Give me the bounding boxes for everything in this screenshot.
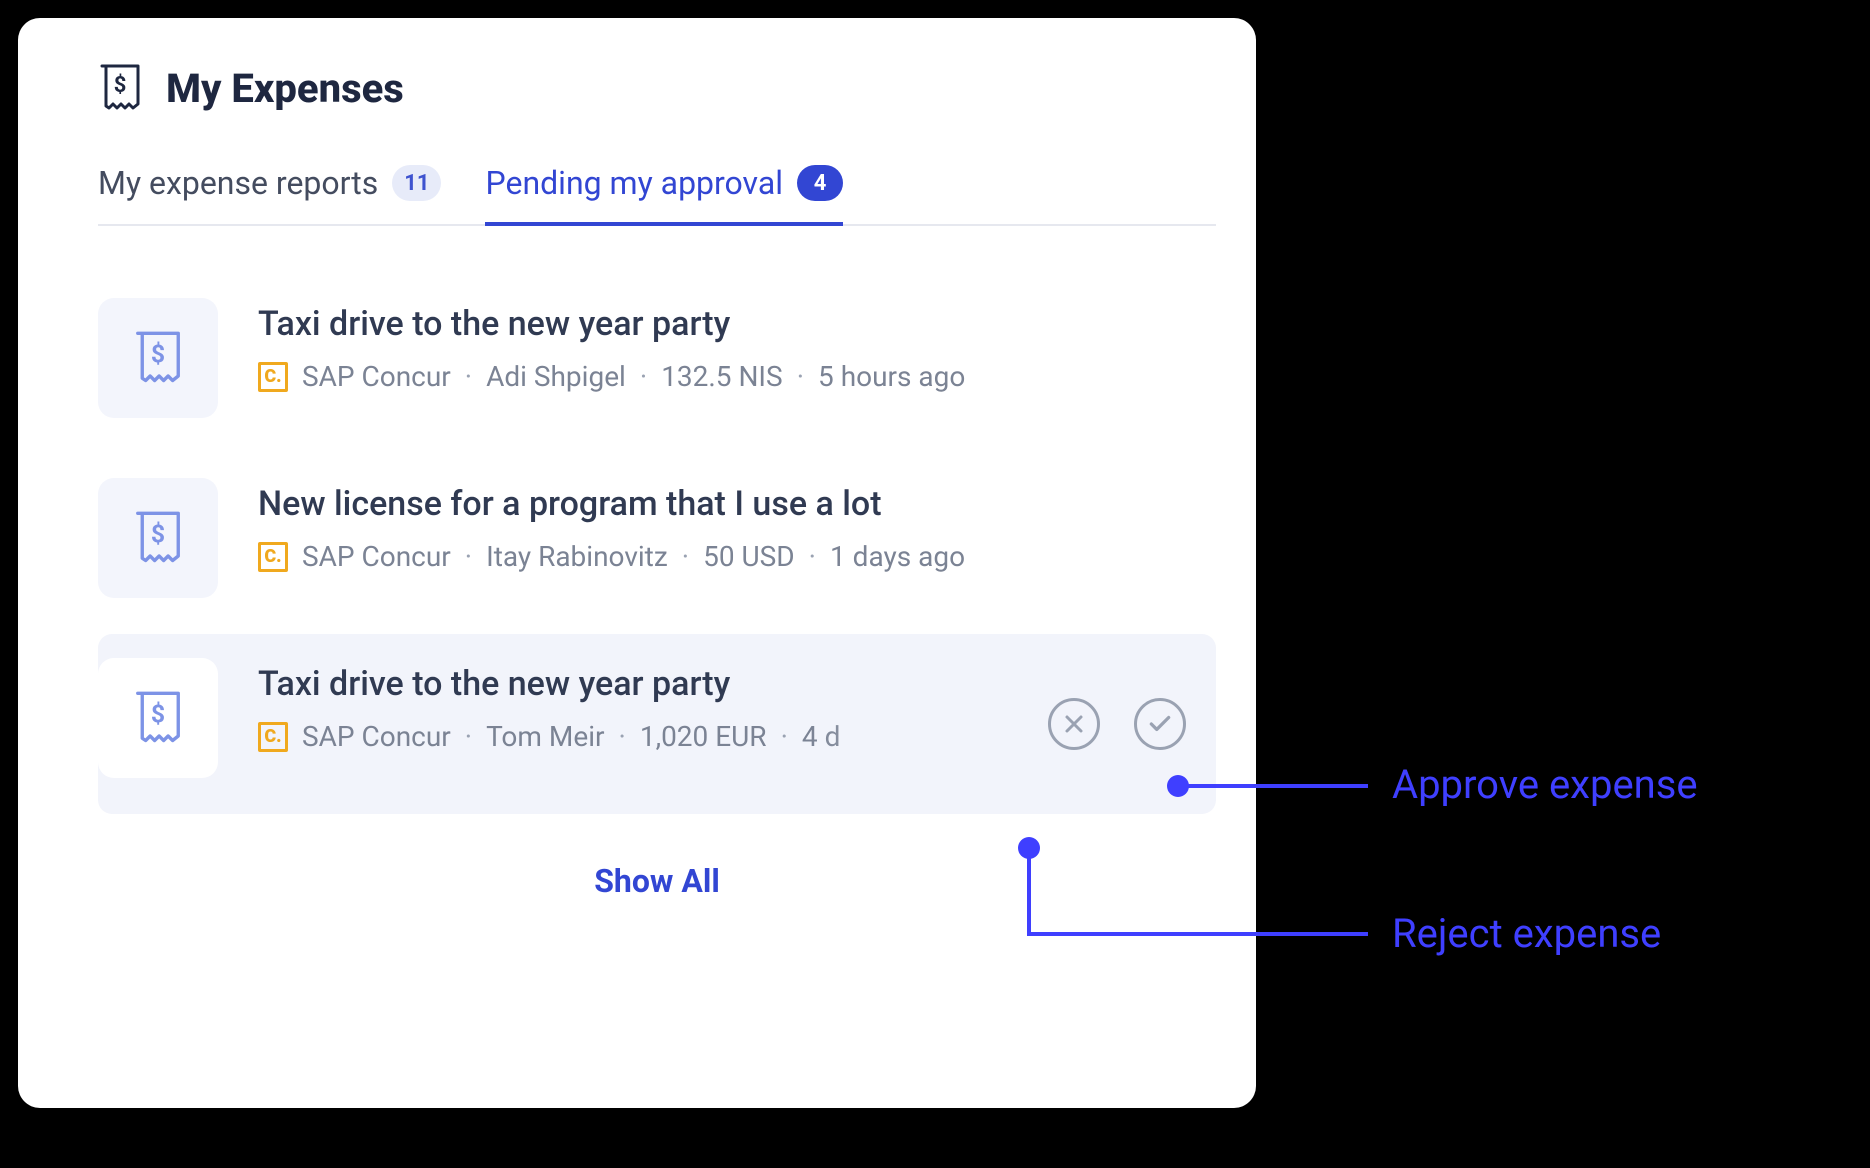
receipt-icon: $ — [133, 331, 183, 385]
expense-source: SAP Concur — [302, 720, 451, 753]
expense-list: $ Taxi drive to the new year party C. SA… — [98, 274, 1216, 814]
tab-pending-approval-label: Pending my approval — [485, 164, 783, 202]
approve-button[interactable] — [1134, 698, 1186, 750]
expense-source: SAP Concur — [302, 540, 451, 573]
separator-dot: · — [619, 720, 626, 753]
expense-meta: C. SAP Concur · Tom Meir · 1,020 EUR · 4… — [258, 720, 1176, 753]
svg-text:$: $ — [151, 701, 165, 730]
receipt-icon: $ — [98, 64, 142, 112]
tab-pending-approval[interactable]: Pending my approval 4 — [485, 164, 843, 224]
separator-dot: · — [781, 720, 788, 753]
svg-text:$: $ — [151, 341, 165, 370]
expense-item-body: New license for a program that I use a l… — [258, 478, 1216, 573]
tab-pending-approval-count: 4 — [797, 165, 843, 201]
show-all-button[interactable]: Show All — [98, 862, 1216, 900]
expense-age: 5 hours ago — [818, 360, 965, 393]
annotation-line — [1027, 848, 1031, 936]
close-icon — [1062, 712, 1086, 736]
separator-dot: · — [682, 540, 689, 573]
expense-title: Taxi drive to the new year party — [258, 664, 1176, 704]
svg-text:$: $ — [114, 73, 127, 98]
expense-item-body: Taxi drive to the new year party C. SAP … — [258, 298, 1216, 393]
concur-icon: C. — [258, 542, 288, 572]
receipt-icon: $ — [133, 511, 183, 565]
card-title: My Expenses — [166, 65, 404, 112]
check-icon — [1147, 711, 1173, 737]
expense-person: Tom Meir — [486, 720, 604, 753]
annotation-approve-label: Approve expense — [1392, 761, 1698, 808]
receipt-tile: $ — [98, 658, 218, 778]
expenses-card: $ My Expenses My expense reports 11 Pend… — [18, 18, 1256, 1108]
expense-source: SAP Concur — [302, 360, 451, 393]
expense-age: 4 d — [802, 720, 840, 753]
tab-my-reports-count: 11 — [392, 165, 441, 201]
separator-dot: · — [797, 360, 804, 393]
card-header: $ My Expenses — [98, 64, 1216, 112]
annotation-reject-label: Reject expense — [1392, 910, 1661, 957]
tab-my-reports[interactable]: My expense reports 11 — [98, 164, 441, 224]
expense-item-body: Taxi drive to the new year party C. SAP … — [258, 658, 1176, 753]
svg-text:$: $ — [151, 521, 165, 550]
reject-button[interactable] — [1048, 698, 1100, 750]
separator-dot: · — [465, 360, 472, 393]
expense-meta: C. SAP Concur · Itay Rabinovitz · 50 USD… — [258, 540, 1216, 573]
expense-title: Taxi drive to the new year party — [258, 304, 1216, 344]
expense-amount: 1,020 EUR — [640, 720, 767, 753]
separator-dot: · — [809, 540, 816, 573]
concur-icon: C. — [258, 362, 288, 392]
expense-amount: 132.5 NIS — [661, 360, 783, 393]
receipt-icon: $ — [133, 691, 183, 745]
separator-dot: · — [465, 720, 472, 753]
expense-item[interactable]: $ Taxi drive to the new year party C. SA… — [98, 634, 1216, 814]
expense-actions — [1048, 698, 1186, 750]
receipt-tile: $ — [98, 478, 218, 598]
expense-item[interactable]: $ New license for a program that I use a… — [98, 454, 1216, 634]
expense-meta: C. SAP Concur · Adi Shpigel · 132.5 NIS … — [258, 360, 1216, 393]
expense-person: Adi Shpigel — [486, 360, 626, 393]
tabs: My expense reports 11 Pending my approva… — [98, 164, 1216, 226]
separator-dot: · — [465, 540, 472, 573]
separator-dot: · — [640, 360, 647, 393]
annotation-line — [1027, 932, 1368, 936]
expense-age: 1 days ago — [830, 540, 965, 573]
expense-title: New license for a program that I use a l… — [258, 484, 1216, 524]
receipt-tile: $ — [98, 298, 218, 418]
expense-amount: 50 USD — [703, 540, 795, 573]
expense-person: Itay Rabinovitz — [486, 540, 668, 573]
concur-icon: C. — [258, 722, 288, 752]
expense-item[interactable]: $ Taxi drive to the new year party C. SA… — [98, 274, 1216, 454]
annotation-line — [1178, 784, 1368, 788]
tab-my-reports-label: My expense reports — [98, 164, 378, 202]
